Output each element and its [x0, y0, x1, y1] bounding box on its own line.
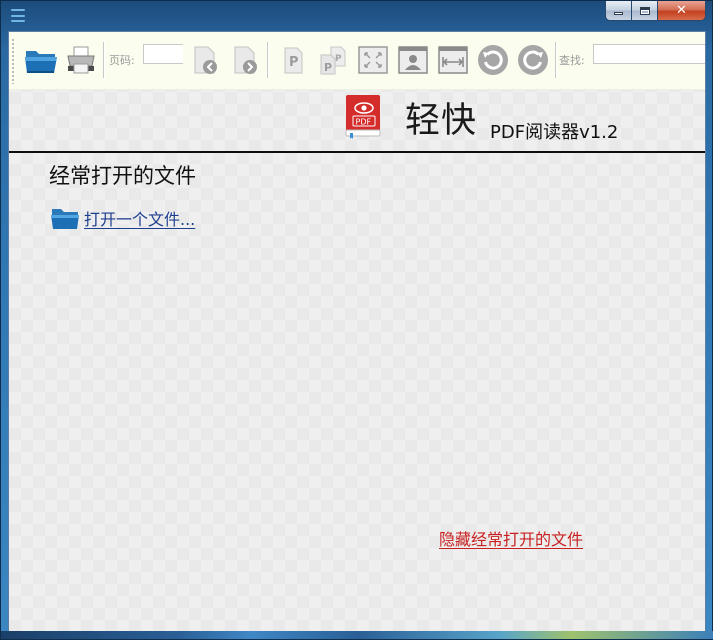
- fullscreen-button[interactable]: [355, 42, 391, 78]
- svg-text:P: P: [289, 55, 299, 70]
- single-page-button[interactable]: P: [275, 42, 311, 78]
- app-title: 轻快: [405, 101, 478, 141]
- minimize-button[interactable]: [605, 1, 632, 21]
- open-folder-icon: [25, 51, 57, 73]
- print-icon: [67, 46, 95, 74]
- fit-page-button[interactable]: [395, 42, 431, 78]
- svg-text:P: P: [335, 54, 342, 64]
- recent-files-title: 经常打开的文件: [49, 164, 196, 188]
- taskbar-strip: [1, 631, 713, 639]
- prev-page-button[interactable]: [187, 42, 223, 78]
- double-page-button[interactable]: P P: [315, 42, 351, 78]
- app-menu-icon[interactable]: [11, 9, 25, 22]
- fit-page-icon: [398, 46, 428, 74]
- maximize-button[interactable]: [632, 1, 658, 21]
- rotate-left-button[interactable]: [475, 42, 511, 78]
- fit-width-button[interactable]: [435, 42, 471, 78]
- app-window: ✕ 页码: P P P 查找: PDF 轻快 PDF阅读器v1.2 经常打开的文…: [0, 0, 713, 640]
- toolbar-grip[interactable]: [12, 38, 14, 84]
- client-area: 页码: P P P 查找: PDF 轻快 PDF阅读器v1.2 经常打开的文件 …: [8, 31, 706, 633]
- rotate-left-icon: [478, 45, 508, 75]
- close-icon: ✕: [676, 3, 687, 18]
- next-page-icon: [234, 46, 257, 74]
- close-button[interactable]: ✕: [658, 1, 706, 21]
- page-number-label: 页码:: [109, 54, 135, 67]
- app-subtitle: PDF阅读器v1.2: [490, 122, 619, 143]
- print-button[interactable]: [63, 42, 99, 78]
- page-number-input[interactable]: [143, 44, 183, 64]
- toolbar-separator: [267, 42, 268, 78]
- open-folder-icon: [51, 209, 79, 229]
- maximize-icon: [639, 6, 650, 15]
- open-file-link[interactable]: 打开一个文件...: [50, 206, 195, 230]
- hide-recent-files-link[interactable]: 隐藏经常打开的文件: [439, 526, 583, 550]
- search-input[interactable]: [593, 44, 705, 64]
- fullscreen-icon: [358, 46, 388, 74]
- toolbar-separator: [103, 42, 104, 78]
- title-bar[interactable]: ✕: [1, 1, 712, 31]
- single-page-icon: P: [284, 47, 303, 74]
- prev-page-icon: [194, 46, 217, 74]
- double-page-icon: P P: [320, 46, 346, 75]
- rotate-right-icon: [518, 45, 548, 75]
- rotate-right-button[interactable]: [515, 42, 551, 78]
- search-label: 查找:: [559, 54, 585, 67]
- toolbar-separator: [555, 42, 556, 78]
- fit-width-icon: [438, 46, 468, 74]
- toolbar: 页码: P P P 查找:: [9, 32, 705, 90]
- pdf-reader-logo-icon: PDF: [345, 95, 381, 139]
- svg-text:PDF: PDF: [356, 118, 372, 127]
- window-controls: ✕: [605, 1, 706, 21]
- next-page-button[interactable]: [227, 42, 263, 78]
- open-file-button[interactable]: [23, 42, 59, 78]
- svg-text:P: P: [324, 61, 332, 74]
- header-divider: [9, 151, 705, 153]
- minimize-icon: [614, 12, 623, 15]
- open-file-link-label[interactable]: 打开一个文件...: [84, 206, 195, 230]
